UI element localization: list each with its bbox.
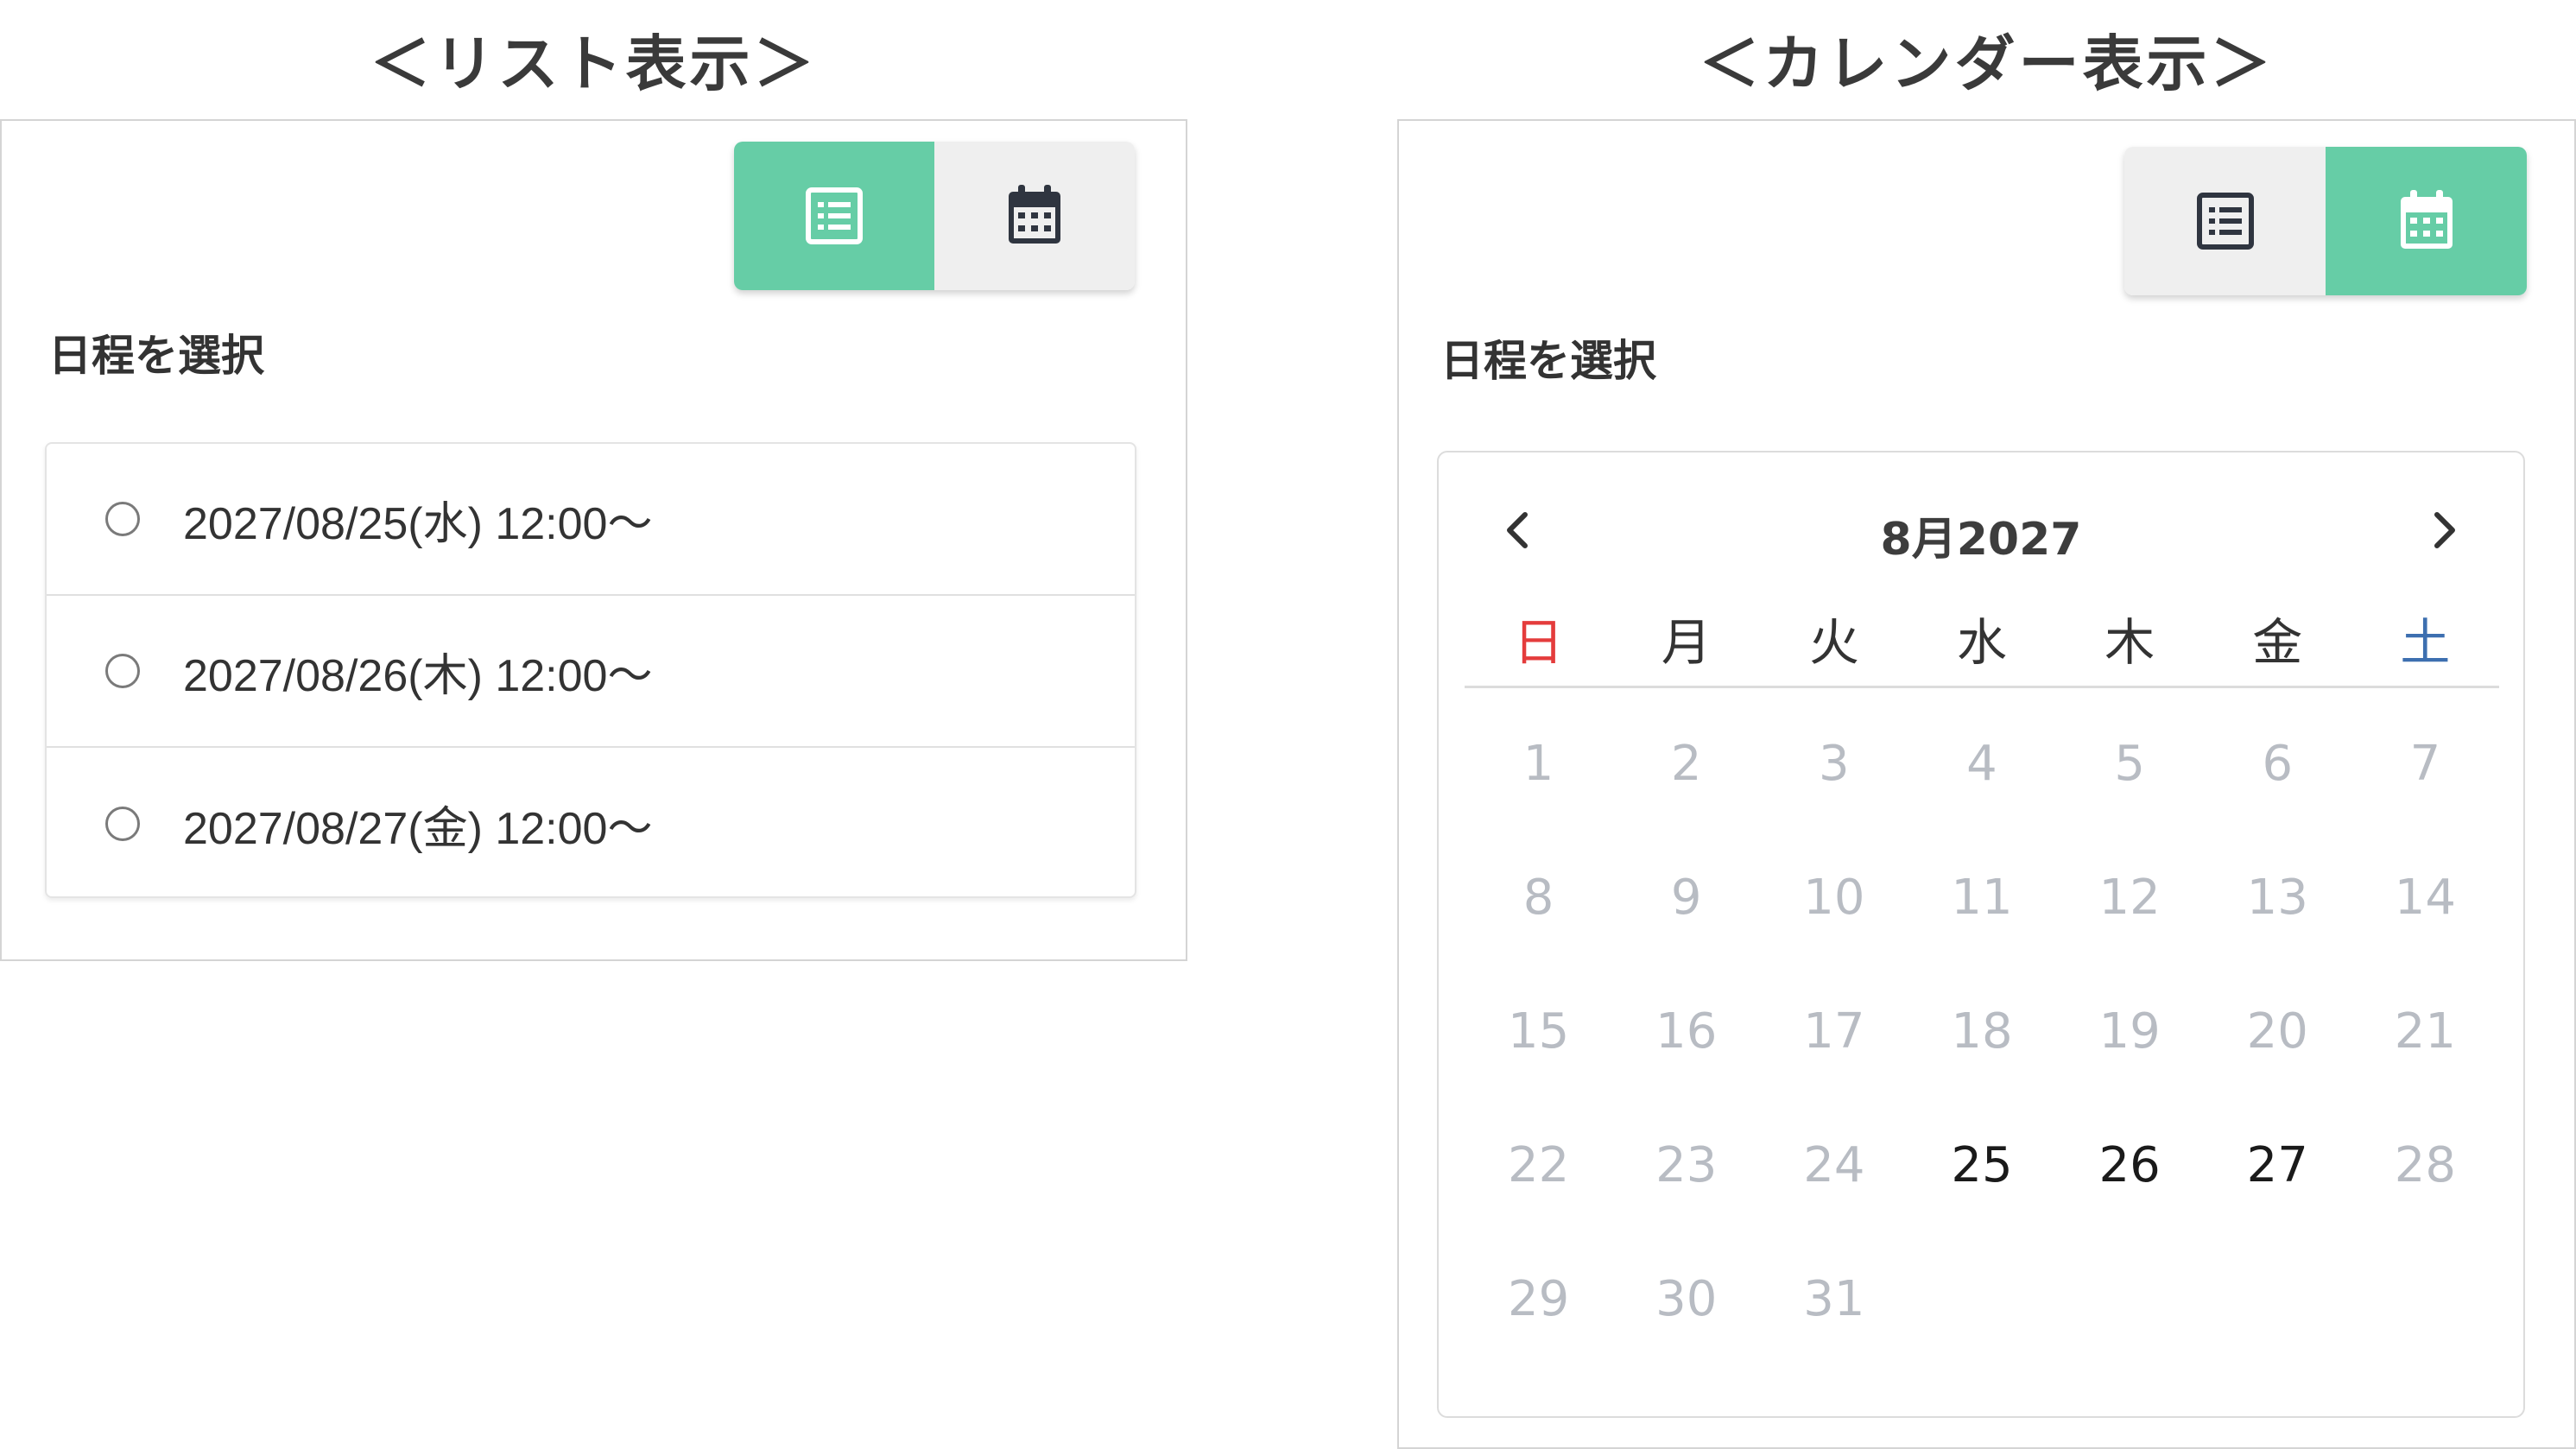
calendar-day[interactable]: 27	[2204, 1137, 2351, 1193]
calendar-day: 8	[1522, 870, 1554, 926]
calendar-day: 9	[1670, 870, 1702, 926]
chevron-right-icon	[2434, 512, 2455, 548]
calendar-header: 8月2027	[1439, 487, 2523, 573]
weekday-label: 土	[2400, 613, 2451, 672]
radio-button[interactable]	[105, 807, 140, 841]
list-view-title: ＜リスト表示＞	[370, 28, 818, 99]
select-date-label: 日程を選択	[1440, 336, 1656, 386]
weekday-label: 木	[2104, 613, 2155, 672]
calendar-day: 31	[1803, 1271, 1865, 1327]
month-title: 8月2027	[1880, 514, 2082, 566]
calendar-day: 11	[1951, 870, 2013, 926]
radio-button[interactable]	[105, 654, 140, 688]
weekday-label: 日	[1513, 613, 1564, 672]
calendar-week-row: 15 16 17 18 19 20 21	[1465, 965, 2499, 1098]
date-option[interactable]: 2027/08/26(木) 12:00〜	[47, 596, 1135, 748]
calendar-day[interactable]: 25	[1908, 1137, 2055, 1193]
calendar-view-panel: 日程を選択 8月2027 日 月 火 水 木 金 土 1 2 3 4 5 6 7…	[1397, 119, 2576, 1449]
calendar-view-button[interactable]	[934, 142, 1135, 290]
date-option-label: 2027/08/25(水) 12:00〜	[183, 498, 653, 549]
next-month-button[interactable]	[2416, 503, 2472, 558]
calendar-day: 2	[1670, 736, 1702, 792]
calendar-day: 1	[1522, 736, 1554, 792]
date-option-label: 2027/08/27(金) 12:00〜	[183, 803, 653, 854]
calendar-day: 23	[1655, 1137, 1718, 1193]
calendar-day: 28	[2394, 1137, 2457, 1193]
calendar-icon	[1009, 185, 1060, 244]
calendar-day: 3	[1819, 736, 1850, 792]
calendar-day: 29	[1507, 1271, 1570, 1327]
calendar-week-row: 1 2 3 4 5 6 7	[1465, 697, 2499, 831]
calendar: 8月2027 日 月 火 水 木 金 土 1 2 3 4 5 6 7 8 9 10 11 12 13 14…	[1437, 451, 2525, 1418]
calendar-week-row: 29 30 31	[1465, 1232, 2499, 1366]
calendar-day[interactable]: 26	[2056, 1137, 2204, 1193]
calendar-day: 13	[2246, 870, 2308, 926]
view-toggle	[734, 142, 1135, 290]
list-view-button[interactable]	[2124, 147, 2326, 295]
calendar-day: 12	[2098, 870, 2161, 926]
list-icon	[806, 187, 863, 244]
calendar-day: 20	[2246, 1003, 2308, 1060]
weekday-label: 水	[1956, 613, 2007, 672]
date-option-list: 2027/08/25(水) 12:00〜 2027/08/26(木) 12:00…	[45, 442, 1136, 898]
calendar-day: 15	[1507, 1003, 1570, 1060]
calendar-day: 30	[1655, 1271, 1718, 1327]
date-option-label: 2027/08/26(木) 12:00〜	[183, 650, 653, 701]
list-icon	[2196, 193, 2254, 250]
weekday-label: 月	[1661, 613, 1712, 672]
calendar-day: 18	[1951, 1003, 2013, 1060]
weekday-header: 日 月 火 水 木 金 土	[1465, 591, 2499, 688]
calendar-grid: 日 月 火 水 木 金 土 1 2 3 4 5 6 7 8 9 10 11 12 13 14 15 16 17 1…	[1465, 591, 2499, 1366]
calendar-day: 17	[1803, 1003, 1865, 1060]
calendar-icon	[2400, 190, 2453, 249]
calendar-week-row: 22 23 24 25 26 27 28	[1465, 1098, 2499, 1232]
calendar-day: 7	[2409, 736, 2441, 792]
calendar-day: 22	[1507, 1137, 1570, 1193]
select-date-label: 日程を選択	[48, 331, 264, 381]
calendar-week-row: 8 9 10 11 12 13 14	[1465, 831, 2499, 965]
calendar-day: 24	[1803, 1137, 1865, 1193]
weekday-label: 金	[2252, 613, 2303, 672]
radio-button[interactable]	[105, 502, 140, 536]
calendar-view-button[interactable]	[2326, 147, 2527, 295]
calendar-view-title: ＜カレンダー表示＞	[1699, 28, 2275, 99]
calendar-day: 5	[2114, 736, 2145, 792]
calendar-weeks: 1 2 3 4 5 6 7 8 9 10 11 12 13 14 15 16 17 18 19 20 21 22 23 24 2…	[1465, 688, 2499, 1366]
calendar-day: 14	[2394, 870, 2457, 926]
calendar-day: 10	[1803, 870, 1865, 926]
calendar-day: 6	[2262, 736, 2294, 792]
calendar-day: 19	[2098, 1003, 2161, 1060]
view-toggle	[2124, 147, 2527, 295]
list-view-button[interactable]	[734, 142, 934, 290]
date-option[interactable]: 2027/08/27(金) 12:00〜	[47, 748, 1135, 900]
calendar-day: 4	[1966, 736, 1997, 792]
date-option[interactable]: 2027/08/25(水) 12:00〜	[47, 444, 1135, 596]
calendar-day: 16	[1655, 1003, 1718, 1060]
calendar-day: 21	[2394, 1003, 2457, 1060]
weekday-label: 火	[1808, 613, 1859, 672]
list-view-panel: 日程を選択 2027/08/25(水) 12:00〜 2027/08/26(木)…	[0, 119, 1187, 961]
